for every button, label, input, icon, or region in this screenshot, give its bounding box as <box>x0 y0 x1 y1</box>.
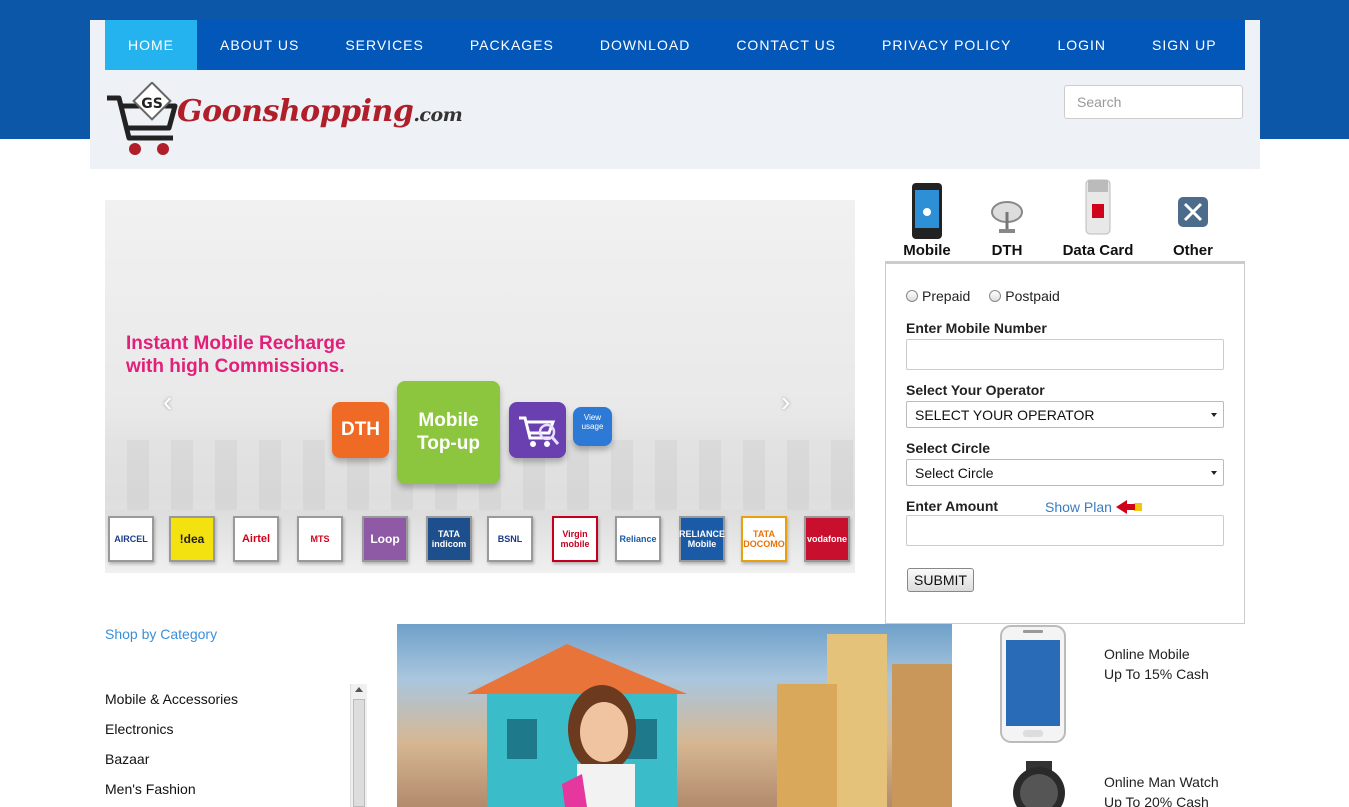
red-arrow-icon <box>1116 500 1142 514</box>
category-item[interactable]: Mobile & Accessories <box>105 689 238 719</box>
carousel-next-icon[interactable]: › <box>781 386 790 418</box>
cart-search-icon <box>519 416 560 447</box>
banner-headline: Instant Mobile Recharge with high Commis… <box>126 332 346 378</box>
chevron-down-icon <box>1211 413 1217 417</box>
nav-privacy-policy[interactable]: PRIVACY POLICY <box>859 20 1034 70</box>
operator-label: Select Your Operator <box>906 382 1045 398</box>
operator-logo-loop: Loop <box>362 516 408 562</box>
mobile-number-field[interactable] <box>906 339 1224 370</box>
operator-logo-bsnl: BSNL <box>487 516 533 562</box>
product-mobile-offer: Up To 15% Cash <box>1104 666 1209 682</box>
nav-services[interactable]: SERVICES <box>322 20 447 70</box>
tab-data-card-label: Data Card <box>1062 242 1134 259</box>
service-tabs: Mobile DTH Data Card Other <box>885 178 1245 262</box>
postpaid-radio[interactable] <box>989 290 1002 302</box>
product-watch-title: Online Man Watch <box>1104 774 1219 790</box>
scrollbar-thumb[interactable] <box>353 699 365 807</box>
tab-dth-label: DTH <box>991 242 1023 259</box>
banner-headline-line1: Instant Mobile Recharge <box>126 333 346 354</box>
circle-label: Select Circle <box>906 440 991 456</box>
logo-suffix: .com <box>413 104 463 126</box>
tile-mobile-line2: Top-up <box>417 433 480 454</box>
operator-logo-aircel: AIRCEL <box>108 516 154 562</box>
circle-select[interactable]: Select Circle <box>906 459 1224 486</box>
satellite-dish-icon <box>991 201 1023 233</box>
nav-about-us[interactable]: ABOUT US <box>197 20 322 70</box>
hero-carousel: Instant Mobile Recharge with high Commis… <box>105 200 855 573</box>
carousel-prev-icon[interactable]: ‹ <box>163 386 172 418</box>
operator-logo-mts: MTS <box>297 516 343 562</box>
circle-select-value: Select Circle <box>915 465 994 481</box>
wristwatch-product-icon[interactable] <box>1002 761 1076 807</box>
operator-logo-strip: AIRCEL !dea Airtel MTS Loop TATA indicom… <box>105 514 855 564</box>
operator-logo-idea: !dea <box>169 516 215 562</box>
prepaid-option[interactable]: Prepaid <box>906 288 970 304</box>
product-watch-offer: Up To 20% Cash <box>1104 794 1209 807</box>
mobile-phone-icon <box>912 183 942 239</box>
postpaid-option[interactable]: Postpaid <box>989 288 1060 304</box>
amount-label: Enter Amount <box>906 498 999 514</box>
operator-logo-reliance: Reliance <box>615 516 661 562</box>
shopping-woman-illustration <box>467 634 952 807</box>
promo-shopping-image[interactable] <box>397 624 952 807</box>
operator-select[interactable]: SELECT YOUR OPERATOR <box>906 401 1224 428</box>
operator-select-value: SELECT YOUR OPERATOR <box>915 407 1095 423</box>
nav-login[interactable]: LOGIN <box>1034 20 1129 70</box>
operator-logo-tata-docomo: TATA DOCOMO <box>741 516 787 562</box>
nav-sign-up[interactable]: SIGN UP <box>1129 20 1240 70</box>
nav-packages[interactable]: PACKAGES <box>447 20 577 70</box>
smartphone-product-icon[interactable] <box>999 624 1067 744</box>
tools-icon <box>1178 197 1208 227</box>
category-list: Mobile & Accessories Electronics Bazaar … <box>105 689 238 807</box>
operator-logo-reliance-mobile: RELIANCE Mobile <box>679 516 725 562</box>
banner-tile-cart <box>509 402 566 458</box>
logo-text: Goonshopping.com <box>177 94 463 129</box>
chevron-down-icon <box>1211 471 1217 475</box>
tile-mobile-line1: Mobile <box>418 410 479 431</box>
banner-tile-view-usage: View usage <box>573 407 612 446</box>
prepaid-label: Prepaid <box>922 288 971 304</box>
shopping-cart-logo-icon: GS <box>107 81 178 155</box>
main-nav: HOME ABOUT US SERVICES PACKAGES DOWNLOAD… <box>105 20 1245 70</box>
product-mobile-title: Online Mobile <box>1104 646 1190 662</box>
category-item[interactable]: Bazaar <box>105 749 238 779</box>
postpaid-label: Postpaid <box>1005 288 1060 304</box>
category-scrollbar[interactable] <box>350 684 367 807</box>
product-promo-mobile[interactable]: Online Mobile Up To 15% Cash <box>1104 644 1209 684</box>
banner-tile-dth: DTH <box>332 402 389 458</box>
nav-home[interactable]: HOME <box>105 20 197 70</box>
product-promo-watch[interactable]: Online Man Watch Up To 20% Cash <box>1104 772 1219 807</box>
operator-logo-vodafone: vodafone <box>804 516 850 562</box>
operator-logo-tata-indicom: TATA indicom <box>426 516 472 562</box>
amount-field[interactable] <box>906 515 1224 546</box>
nav-download[interactable]: DOWNLOAD <box>577 20 713 70</box>
recharge-form: Prepaid Postpaid Enter Mobile Number Sel… <box>885 261 1245 624</box>
logo-brand-name: Goonshopping <box>177 94 414 129</box>
plan-type-radio-group: Prepaid Postpaid <box>906 288 1060 304</box>
mobile-number-label: Enter Mobile Number <box>906 320 1047 336</box>
prepaid-radio[interactable] <box>906 290 918 302</box>
svg-text:GS: GS <box>141 96 163 112</box>
tab-data-card[interactable]: Data Card <box>1055 178 1141 262</box>
banner-headline-line2: with high Commissions. <box>126 356 345 377</box>
site-logo[interactable]: GS Goonshopping.com <box>105 81 463 158</box>
operator-logo-virgin: Virgin mobile <box>552 516 598 562</box>
banner-tile-mobile-topup: Mobile Top-up <box>397 381 500 484</box>
nav-contact-us[interactable]: CONTACT US <box>713 20 859 70</box>
tab-other-label: Other <box>1172 242 1213 259</box>
category-item[interactable]: Electronics <box>105 719 238 749</box>
operator-logo-airtel: Airtel <box>233 516 279 562</box>
shop-by-category-heading[interactable]: Shop by Category <box>105 626 217 642</box>
search-input[interactable] <box>1064 85 1243 119</box>
tab-mobile[interactable]: Mobile <box>895 178 959 262</box>
scroll-up-icon[interactable] <box>355 687 363 692</box>
tab-other[interactable]: Other <box>1161 178 1225 262</box>
data-card-icon <box>1085 179 1111 235</box>
category-item[interactable]: Men's Fashion <box>105 779 238 807</box>
tab-dth[interactable]: DTH <box>980 178 1034 262</box>
submit-button[interactable]: SUBMIT <box>907 568 974 592</box>
show-plan-link[interactable]: Show Plan <box>1045 499 1112 515</box>
tab-mobile-label: Mobile <box>903 242 951 259</box>
